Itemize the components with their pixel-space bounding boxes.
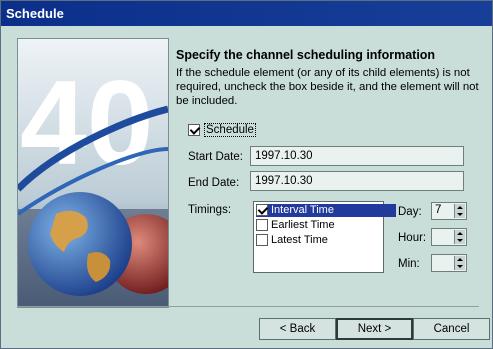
list-item[interactable]: Earliest Time bbox=[256, 219, 335, 232]
divider bbox=[17, 306, 479, 307]
earliest-time-checkbox[interactable] bbox=[256, 219, 268, 231]
day-label: Day: bbox=[398, 206, 422, 218]
page-description: If the schedule element (or any of its c… bbox=[176, 67, 479, 107]
timings-listbox[interactable]: Interval Time Earliest Time Latest Time bbox=[253, 201, 396, 273]
end-date-label: End Date: bbox=[188, 177, 240, 189]
list-item[interactable]: Interval Time bbox=[256, 204, 396, 217]
title-bar[interactable]: Schedule bbox=[1, 1, 492, 26]
end-date-field[interactable]: 1997.10.30 bbox=[250, 171, 464, 191]
schedule-dialog: Schedule 40 Specify the channel scheduli… bbox=[0, 0, 493, 349]
next-button[interactable]: Next > bbox=[336, 318, 413, 340]
spinner-arrows-icon[interactable] bbox=[454, 204, 465, 218]
day-spinner[interactable]: 7 bbox=[431, 202, 467, 220]
start-date-field[interactable]: 1997.10.30 bbox=[250, 146, 464, 166]
spinner-arrows-icon[interactable] bbox=[454, 256, 465, 270]
cancel-button[interactable]: Cancel bbox=[413, 318, 490, 340]
schedule-checkbox-label[interactable]: Schedule bbox=[204, 123, 256, 137]
wizard-graphic: 40 bbox=[17, 38, 169, 308]
globe-illustration-icon: 40 bbox=[18, 39, 168, 307]
latest-time-checkbox[interactable] bbox=[256, 234, 268, 246]
window-title: Schedule bbox=[6, 6, 64, 21]
back-button[interactable]: < Back bbox=[259, 318, 336, 340]
schedule-checkbox[interactable] bbox=[188, 124, 200, 136]
min-spinner[interactable] bbox=[431, 254, 467, 272]
interval-time-checkbox[interactable] bbox=[256, 204, 268, 216]
list-item[interactable]: Latest Time bbox=[256, 234, 328, 247]
page-heading: Specify the channel scheduling informati… bbox=[176, 48, 436, 62]
spinner-arrows-icon[interactable] bbox=[454, 230, 465, 244]
start-date-label: Start Date: bbox=[188, 151, 243, 163]
timings-label: Timings: bbox=[188, 204, 232, 216]
day-value: 7 bbox=[435, 204, 442, 216]
hour-label: Hour: bbox=[398, 232, 427, 244]
hour-spinner[interactable] bbox=[431, 228, 467, 246]
min-label: Min: bbox=[398, 258, 420, 270]
